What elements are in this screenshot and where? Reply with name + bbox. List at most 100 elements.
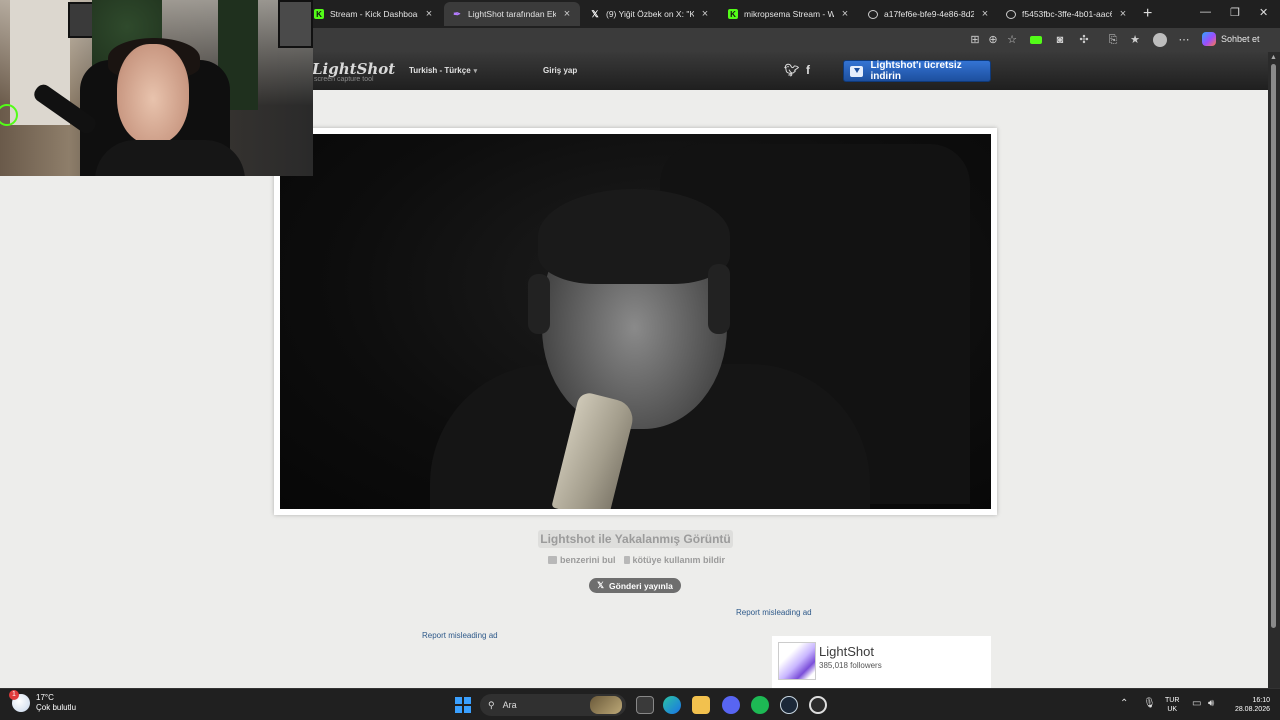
- file-explorer-icon[interactable]: [692, 696, 710, 714]
- report-abuse-link[interactable]: kötüye kullanım bildir: [623, 555, 726, 565]
- close-icon[interactable]: ×: [1118, 8, 1128, 20]
- kick-icon: K: [728, 9, 738, 19]
- facebook-page-widget[interactable]: LightShot 385,018 followers: [772, 636, 991, 688]
- tab-title: f5453fbc-3ffe-4b01-aac6-37: [1022, 9, 1112, 19]
- webcam-overlay: [0, 0, 313, 176]
- tab-title: Stream - Kick Dashboard: [330, 9, 418, 19]
- tab-lightshot[interactable]: ✒ LightShot tarafından Ekran G ×: [444, 2, 580, 26]
- lightshot-tagline: screen capture tool: [314, 76, 374, 83]
- scroll-up-icon[interactable]: ▲: [1270, 54, 1277, 61]
- image-caption: Lightshot ile Yakalanmış Görüntü: [538, 530, 733, 548]
- language-selector[interactable]: Turkish - Türkçe ▾: [409, 66, 477, 75]
- language-label: Turkish - Türkçe: [409, 66, 471, 75]
- facebook-icon[interactable]: f: [806, 63, 810, 77]
- copilot-button[interactable]: Sohbet et: [1202, 32, 1260, 46]
- captured-screenshot-image[interactable]: [280, 134, 991, 509]
- lightshot-feather-icon: ✒: [453, 8, 461, 19]
- favorite-star-icon[interactable]: ☆: [1005, 33, 1019, 47]
- minimize-icon[interactable]: —: [1200, 6, 1211, 18]
- kick-extension-icon[interactable]: [1030, 36, 1042, 44]
- clock-time: 16:10: [1252, 697, 1270, 704]
- person-hair-shape: [538, 189, 730, 284]
- profile-avatar-icon[interactable]: [1153, 33, 1167, 47]
- report-ad-link[interactable]: Report misleading ad: [736, 608, 812, 617]
- lang-bottom: UK: [1167, 706, 1178, 713]
- image-actions: benzerini bul kötüye kullanım bildir: [548, 555, 725, 565]
- extension-shield-icon[interactable]: ◙: [1053, 33, 1067, 47]
- close-icon[interactable]: ×: [700, 8, 710, 20]
- cloudy-weather-icon: 1: [9, 690, 30, 712]
- report-ad-link[interactable]: Report misleading ad: [422, 631, 498, 640]
- tab-x-post[interactable]: 𝕏 (9) Yiğit Özbek on X: "KIZ;MI ×: [582, 2, 718, 26]
- edge-browser-icon[interactable]: [663, 696, 681, 714]
- new-tab-button[interactable]: +: [1143, 5, 1152, 23]
- find-similar-label: benzerini bul: [560, 555, 616, 565]
- headphone-right-shape: [708, 264, 730, 334]
- streamer-face-shape: [117, 44, 189, 144]
- page-scrollbar[interactable]: ▲: [1268, 52, 1280, 688]
- weather-widget[interactable]: 1 17°C Çok bulutlu: [9, 690, 76, 713]
- weather-text: 17°C Çok bulutlu: [36, 693, 76, 713]
- network-icon[interactable]: ▭: [1192, 698, 1201, 709]
- camera-icon: [548, 556, 557, 564]
- download-button[interactable]: Lightshot'ı ücretsiz indirin: [843, 60, 991, 82]
- tweet-button[interactable]: 𝕏 Gönderi yayınla: [589, 578, 681, 593]
- login-link[interactable]: Giriş yap: [543, 66, 577, 75]
- chevron-up-icon[interactable]: ⌃: [1120, 698, 1128, 709]
- download-label: Lightshot'ı ücretsiz indirin: [870, 60, 962, 82]
- tab-title: LightShot tarafından Ekran G: [468, 9, 556, 19]
- copilot-label: Sohbet et: [1221, 34, 1260, 44]
- headphone-left-shape: [528, 274, 550, 334]
- discord-icon[interactable]: [722, 696, 740, 714]
- more-menu-icon[interactable]: ⋯: [1177, 33, 1191, 47]
- windows-start-icon[interactable]: [455, 697, 471, 713]
- close-window-icon[interactable]: ✕: [1259, 6, 1268, 19]
- close-icon[interactable]: ×: [562, 8, 572, 20]
- chevron-down-icon: ▾: [473, 68, 478, 75]
- steam-icon[interactable]: [780, 696, 798, 714]
- extensions-puzzle-icon[interactable]: ✣: [1077, 33, 1091, 47]
- fb-page-name[interactable]: LightShot: [819, 644, 874, 659]
- obs-studio-icon[interactable]: [809, 696, 827, 714]
- tab-title: (9) Yiğit Özbek on X: "KIZ;MI: [606, 9, 694, 19]
- x-logo-icon: 𝕏: [591, 8, 599, 19]
- close-icon[interactable]: ×: [424, 8, 434, 20]
- search-icon: ⚲: [488, 699, 495, 710]
- tab-uuid-a17f[interactable]: a17fef6e-bfe9-4e86-8d24-7 ×: [860, 2, 998, 26]
- notification-badge: 1: [9, 690, 19, 700]
- tab-title: mikropsema Stream - Watch: [744, 9, 834, 19]
- close-icon[interactable]: ×: [980, 8, 990, 20]
- restore-icon[interactable]: ❐: [1230, 6, 1240, 19]
- tweet-label: Gönderi yayınla: [609, 580, 673, 591]
- system-clock[interactable]: 16:10 28.08.2026: [1228, 696, 1270, 714]
- report-abuse-label: kötüye kullanım bildir: [632, 555, 726, 565]
- weather-desc: Çok bulutlu: [36, 703, 77, 712]
- task-view-icon[interactable]: [636, 696, 654, 714]
- kick-icon: K: [314, 9, 324, 19]
- input-language-indicator[interactable]: TUR UK: [1165, 696, 1179, 714]
- favorites-list-icon[interactable]: ★: [1128, 33, 1142, 47]
- download-icon: [850, 65, 864, 77]
- find-similar-link[interactable]: benzerini bul: [548, 555, 616, 565]
- windows-taskbar: 1 17°C Çok bulutlu ⚲ Ara ⌃ 🎙︎ TUR UK ▭ 🔊…: [0, 688, 1280, 720]
- close-icon[interactable]: ×: [840, 8, 850, 20]
- tab-kick-dashboard[interactable]: K Stream - Kick Dashboard ×: [306, 2, 442, 26]
- search-placeholder: Ara: [502, 700, 517, 710]
- apps-icon[interactable]: ⊞: [968, 33, 982, 47]
- volume-icon[interactable]: 🔊︎: [1208, 698, 1214, 709]
- taskbar-search[interactable]: ⚲ Ara: [480, 694, 626, 716]
- weather-temp: 17°C: [36, 693, 54, 702]
- zoom-icon[interactable]: ⊕: [986, 33, 1000, 47]
- spotify-icon[interactable]: [751, 696, 769, 714]
- tab-uuid-f545[interactable]: f5453fbc-3ffe-4b01-aac6-37 ×: [998, 2, 1136, 26]
- tab-mikropsema-stream[interactable]: K mikropsema Stream - Watch ×: [720, 2, 858, 26]
- fb-follower-count: 385,018 followers: [819, 661, 882, 670]
- microphone-icon[interactable]: 🎙︎: [1143, 698, 1156, 709]
- wall-frame-shape: [278, 0, 313, 48]
- search-highlight-image: [590, 696, 622, 714]
- scrollbar-thumb[interactable]: [1271, 64, 1276, 628]
- lang-top: TUR: [1165, 697, 1180, 704]
- split-screen-icon[interactable]: ⎘: [1106, 33, 1120, 47]
- twitter-bird-icon[interactable]: 🐦︎: [784, 63, 799, 77]
- streamer-shirt-shape: [95, 140, 245, 176]
